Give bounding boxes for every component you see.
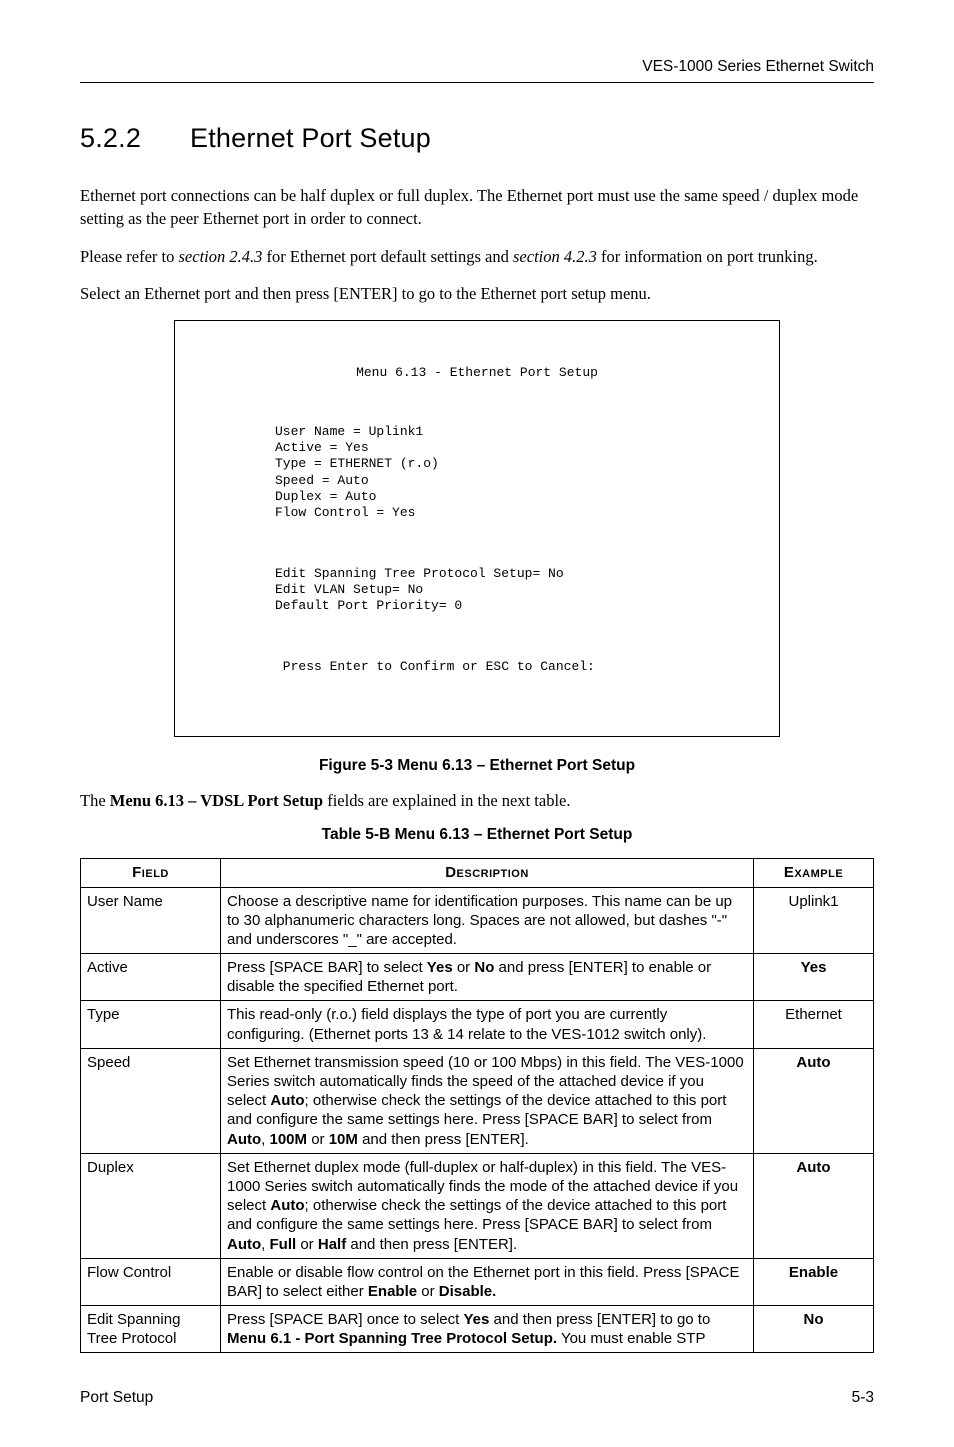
cell-field: Active	[81, 954, 221, 1001]
cell-description: Choose a descriptive name for identifica…	[221, 887, 754, 954]
paragraph-3: Select an Ethernet port and then press […	[80, 282, 874, 305]
terminal-title: Menu 6.13 - Ethernet Port Setup	[195, 365, 759, 381]
table-row: Flow ControlEnable or disable flow contr…	[81, 1258, 874, 1305]
footer-left: Port Setup	[80, 1389, 153, 1407]
cell-example: Auto	[754, 1048, 874, 1153]
cell-example: Yes	[754, 954, 874, 1001]
table-row: SpeedSet Ethernet transmission speed (10…	[81, 1048, 874, 1153]
section-title: Ethernet Port Setup	[190, 123, 431, 153]
cell-example: Ethernet	[754, 1001, 874, 1048]
table-row: ActivePress [SPACE BAR] to select Yes or…	[81, 954, 874, 1001]
section-heading: 5.2.2Ethernet Port Setup	[80, 123, 874, 154]
section-number: 5.2.2	[80, 123, 190, 154]
cell-field: Duplex	[81, 1153, 221, 1258]
cell-description: Set Ethernet duplex mode (full-duplex or…	[221, 1153, 754, 1258]
cell-example: Auto	[754, 1153, 874, 1258]
fields-table: Field Description Example User NameChoos…	[80, 858, 874, 1353]
footer-right: 5-3	[852, 1389, 874, 1407]
paragraph-1: Ethernet port connections can be half du…	[80, 184, 874, 231]
cell-field: Edit Spanning Tree Protocol	[81, 1306, 221, 1353]
cell-description: Enable or disable flow control on the Et…	[221, 1258, 754, 1305]
cell-field: Flow Control	[81, 1258, 221, 1305]
table-row: User NameChoose a descriptive name for i…	[81, 887, 874, 954]
terminal-prompt: Press Enter to Confirm or ESC to Cancel:	[275, 659, 759, 675]
th-field: Field	[81, 859, 221, 887]
th-description: Description	[221, 859, 754, 887]
table-row: DuplexSet Ethernet duplex mode (full-dup…	[81, 1153, 874, 1258]
table-header-row: Field Description Example	[81, 859, 874, 887]
cell-description: Press [SPACE BAR] to select Yes or No an…	[221, 954, 754, 1001]
th-example: Example	[754, 859, 874, 887]
cell-field: Type	[81, 1001, 221, 1048]
cell-field: User Name	[81, 887, 221, 954]
cell-example: Enable	[754, 1258, 874, 1305]
cell-description: This read-only (r.o.) field displays the…	[221, 1001, 754, 1048]
cell-field: Speed	[81, 1048, 221, 1153]
figure-caption: Figure 5-3 Menu 6.13 – Ethernet Port Set…	[80, 757, 874, 775]
cell-description: Set Ethernet transmission speed (10 or 1…	[221, 1048, 754, 1153]
terminal-block-2: Edit Spanning Tree Protocol Setup= No Ed…	[275, 566, 759, 615]
table-row: TypeThis read-only (r.o.) field displays…	[81, 1001, 874, 1048]
paragraph-2: Please refer to section 2.4.3 for Ethern…	[80, 245, 874, 268]
product-name: VES-1000 Series Ethernet Switch	[642, 58, 874, 76]
cell-description: Press [SPACE BAR] once to select Yes and…	[221, 1306, 754, 1353]
terminal-block-1: User Name = Uplink1 Active = Yes Type = …	[275, 424, 759, 522]
table-caption: Table 5-B Menu 6.13 – Ethernet Port Setu…	[80, 826, 874, 844]
running-header: VES-1000 Series Ethernet Switch	[80, 58, 874, 83]
page-footer: Port Setup 5-3	[80, 1389, 874, 1407]
table-row: Edit Spanning Tree ProtocolPress [SPACE …	[81, 1306, 874, 1353]
cell-example: No	[754, 1306, 874, 1353]
cell-example: Uplink1	[754, 887, 874, 954]
terminal-screen: Menu 6.13 - Ethernet Port Setup User Nam…	[174, 320, 780, 737]
paragraph-4: The Menu 6.13 – VDSL Port Setup fields a…	[80, 789, 874, 812]
